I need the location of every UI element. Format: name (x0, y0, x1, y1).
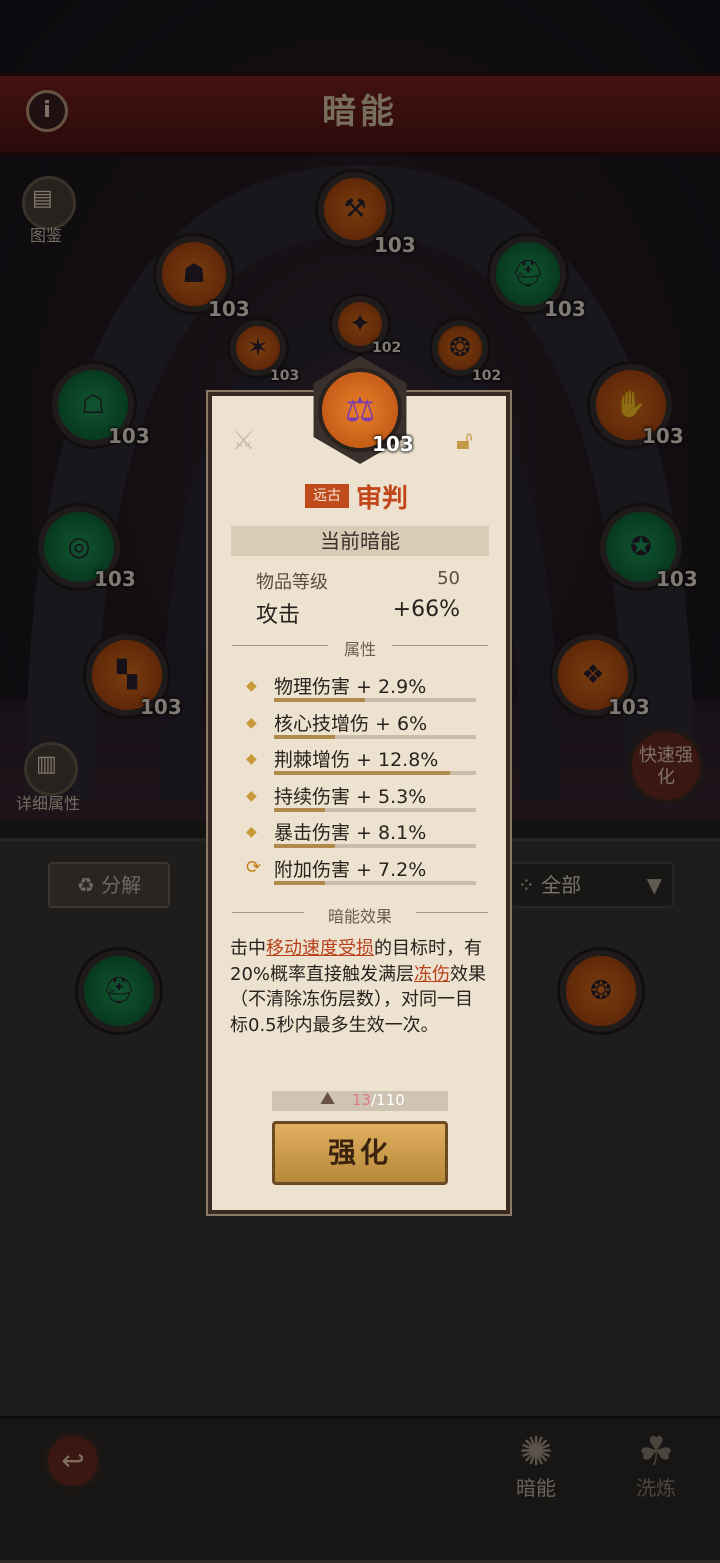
attack-label: 攻击 (256, 603, 301, 628)
lock-icon[interactable]: 🔓︎ (456, 426, 490, 460)
attribute-text: 持续伤害 + 5.3% (274, 786, 427, 808)
attribute-text: 物理伤害 + 2.9% (274, 676, 427, 698)
diamond-icon: ◆ (246, 788, 257, 804)
attribute-bar-fill (274, 735, 335, 739)
attribute-row: ⟳ 附加伤害 + 7.2% (246, 855, 486, 889)
divider (232, 912, 304, 913)
attribute-row: ◆ 物理伤害 + 2.9% (246, 672, 486, 706)
reroll-icon: ⟳ (246, 857, 262, 878)
effect-description: 击中移动速度受损的目标时，有20%概率直接触发满层冻伤效果（不清除冻伤层数），对… (230, 936, 488, 1038)
attribute-bar-fill (274, 881, 325, 885)
divider (416, 912, 488, 913)
material-cost: 13/110 (352, 1091, 405, 1109)
attribute-bar (274, 844, 476, 848)
attribute-bar (274, 735, 476, 739)
attributes-header: 属性 (232, 636, 488, 660)
attribute-text: 核心技增伤 + 6% (274, 713, 428, 735)
effect-title: 暗能效果 (327, 907, 392, 926)
attribute-text: 荆棘增伤 + 12.8% (274, 749, 439, 771)
diamond-icon: ◆ (246, 751, 257, 767)
ore-icon: ⛰ (320, 1088, 336, 1109)
effect-text: 击中 (230, 938, 266, 959)
attributes-title: 属性 (343, 640, 376, 659)
diamond-icon: ◆ (246, 715, 257, 731)
sword-icon: ⚔ (232, 426, 256, 456)
diamond-icon: ◆ (246, 678, 257, 694)
attribute-bar-fill (274, 844, 335, 848)
effect-header: 暗能效果 (232, 903, 488, 927)
item-level-label: 物品等级 (256, 572, 328, 593)
item-level-badge: 103 (372, 432, 414, 456)
attribute-bar (274, 881, 476, 885)
upgrade-button[interactable]: 强化 (272, 1121, 448, 1185)
attribute-bar (274, 808, 476, 812)
attribute-bar (274, 698, 476, 702)
attribute-row: ◆ 暴击伤害 + 8.1% (246, 818, 486, 852)
attack-value: +66% (392, 597, 460, 622)
cost-total: /110 (371, 1091, 405, 1109)
rarity-badge: 远古 (305, 484, 349, 508)
attribute-row: ◆ 核心技增伤 + 6% (246, 709, 486, 743)
current-energy-header: 当前暗能 (231, 526, 489, 556)
attribute-text: 附加伤害 + 7.2% (274, 859, 427, 881)
attribute-row: ◆ 持续伤害 + 5.3% (246, 782, 486, 816)
item-name: 审判 (356, 484, 409, 514)
attribute-bar-fill (274, 698, 365, 702)
cost-current: 13 (352, 1091, 372, 1109)
attribute-text: 暴击伤害 + 8.1% (274, 822, 427, 844)
divider (392, 645, 488, 646)
attribute-bar-fill (274, 808, 325, 812)
divider (232, 645, 328, 646)
effect-keyword[interactable]: 移动速度受损 (266, 938, 374, 959)
diamond-icon: ◆ (246, 824, 257, 840)
effect-keyword[interactable]: 冻伤 (414, 964, 450, 985)
attribute-bar (274, 771, 476, 775)
item-level-value: 50 (437, 568, 460, 589)
attribute-bar-fill (274, 771, 450, 775)
attribute-row: ◆ 荆棘增伤 + 12.8% (246, 745, 486, 779)
